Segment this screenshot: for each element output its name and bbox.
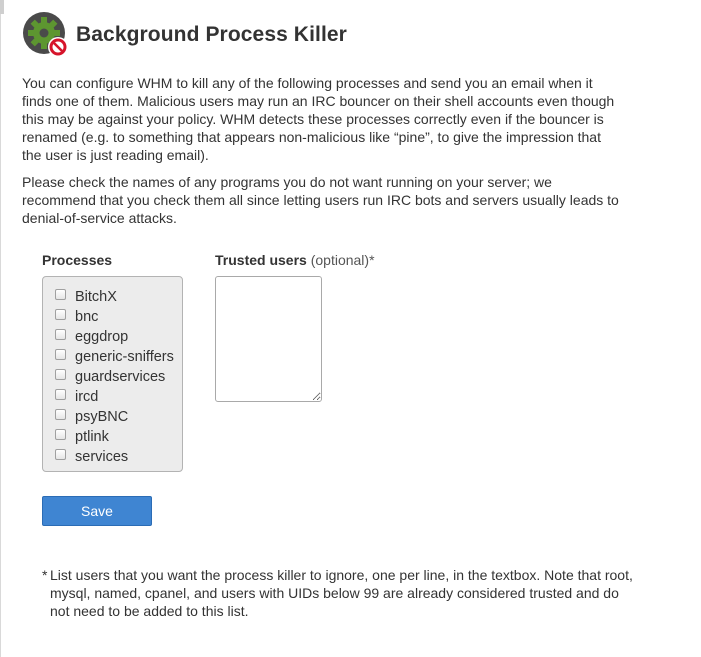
process-item-services[interactable]: services xyxy=(55,447,182,467)
checkbox[interactable] xyxy=(55,388,66,400)
processes-label: Processes xyxy=(42,252,113,268)
gear-with-stop-sign-icon xyxy=(22,11,70,59)
trusted-users-label: Trusted users (optional)* xyxy=(215,252,375,268)
checkbox[interactable] xyxy=(55,288,66,300)
instructions-paragraph: Please check the names of any programs y… xyxy=(22,174,619,226)
process-label: guardservices xyxy=(75,369,166,385)
process-item-ircd[interactable]: ircd xyxy=(55,387,182,407)
trusted-users-textarea[interactable] xyxy=(215,276,322,402)
checkbox[interactable] xyxy=(55,368,66,380)
process-item-generic-sniffers[interactable]: generic-sniffers xyxy=(55,347,182,367)
process-label: ptlink xyxy=(75,429,109,445)
checkbox[interactable] xyxy=(55,408,66,420)
process-item-bitchx[interactable]: BitchX xyxy=(55,287,182,307)
footnote-marker: * xyxy=(42,567,48,583)
optional-note: (optional)* xyxy=(310,252,375,268)
process-label: eggdrop xyxy=(75,329,129,345)
process-item-eggdrop[interactable]: eggdrop xyxy=(55,327,182,347)
process-label: services xyxy=(75,449,129,465)
checkbox[interactable] xyxy=(55,328,66,340)
processes-checkbox-list: BitchX bnc eggdrop generic-sniffers guar… xyxy=(42,276,183,472)
intro-paragraph: You can configure WHM to kill any of the… xyxy=(22,75,615,163)
top-edge-mark xyxy=(0,0,4,14)
page-header: Background Process Killer xyxy=(22,12,347,58)
process-label: BitchX xyxy=(75,289,117,305)
footnote-text: List users that you want the process kil… xyxy=(50,567,633,619)
process-label: generic-sniffers xyxy=(75,349,174,365)
process-item-guardservices[interactable]: guardservices xyxy=(55,367,182,387)
process-label: ircd xyxy=(75,389,99,405)
checkbox[interactable] xyxy=(55,308,66,320)
trusted-users-label-text: Trusted users xyxy=(215,252,307,268)
save-button[interactable]: Save xyxy=(42,496,152,526)
checkbox[interactable] xyxy=(55,348,66,360)
checkbox[interactable] xyxy=(55,448,66,460)
page-title: Background Process Killer xyxy=(76,23,347,46)
left-divider xyxy=(0,0,1,657)
checkbox[interactable] xyxy=(55,428,66,440)
process-item-bnc[interactable]: bnc xyxy=(55,307,182,327)
process-item-psybnc[interactable]: psyBNC xyxy=(55,407,182,427)
process-label: bnc xyxy=(75,309,99,325)
process-label: psyBNC xyxy=(75,409,129,425)
process-item-ptlink[interactable]: ptlink xyxy=(55,427,182,447)
footnote: * List users that you want the process k… xyxy=(42,566,642,620)
